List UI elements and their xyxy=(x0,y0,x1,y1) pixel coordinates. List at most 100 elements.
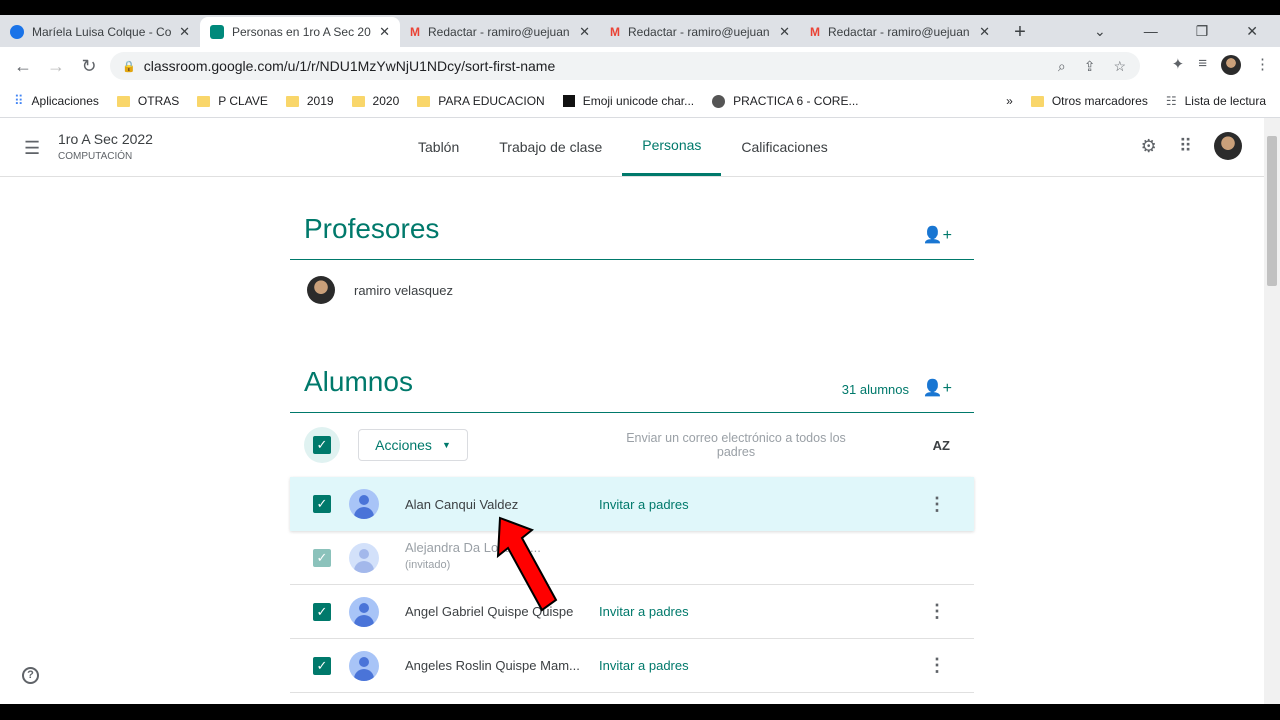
teachers-section: Profesores 👤+ ramiro velasquez xyxy=(290,213,974,320)
folder-icon xyxy=(116,95,130,107)
tab-strip: Maríela Luisa Colque - Co ✕ Personas en 1… xyxy=(0,17,1280,47)
folder-icon xyxy=(197,95,211,107)
other-bookmarks[interactable]: Otros marcadores xyxy=(1030,94,1148,108)
forward-icon[interactable]: → xyxy=(46,56,66,77)
minimize-icon[interactable]: — xyxy=(1144,17,1158,47)
student-avatar-icon xyxy=(349,650,379,681)
tab-favicon-icon xyxy=(10,25,24,39)
close-tab-icon[interactable]: ✕ xyxy=(379,24,390,40)
student-avatar-icon xyxy=(349,489,379,519)
student-row[interactable]: ✓ Angel Gabriel Quispe Quispe Invitar a … xyxy=(290,585,974,639)
hamburger-menu-icon[interactable]: ☰ xyxy=(24,138,40,159)
apps-grid-icon: ⠿ xyxy=(14,93,24,108)
tab-search-icon[interactable]: ⌄ xyxy=(1094,17,1106,47)
browser-tab-active[interactable]: Personas en 1ro A Sec 20 ✕ xyxy=(200,17,400,47)
browser-tab[interactable]: Maríela Luisa Colque - Co ✕ xyxy=(0,17,200,47)
select-all-checkbox[interactable]: ✓ xyxy=(313,436,331,454)
more-bookmarks-icon[interactable]: » xyxy=(1006,94,1013,108)
student-row[interactable]: ✓ Alejandra Da Lozano ... (invitado) xyxy=(290,531,974,585)
student-avatar-icon xyxy=(349,596,379,627)
page-scrollbar[interactable] xyxy=(1264,118,1280,704)
browser-tab[interactable]: M Redactar - ramiro@uejuan ✕ xyxy=(600,17,800,47)
annotation-arrow-icon xyxy=(496,516,558,612)
bookmark-folder[interactable]: OTRAS xyxy=(116,94,179,108)
tab-classwork[interactable]: Trabajo de clase xyxy=(479,118,622,176)
reading-list[interactable]: ☷ Lista de lectura xyxy=(1166,94,1266,108)
close-tab-icon[interactable]: ✕ xyxy=(179,24,190,40)
window-controls: ⌄ — ❐ ✕ xyxy=(1094,17,1280,47)
class-subject: COMPUTACIÓN xyxy=(58,151,133,162)
settings-gear-icon[interactable]: ⚙ xyxy=(1141,136,1157,157)
star-icon[interactable]: ☆ xyxy=(1113,58,1126,75)
class-title[interactable]: 1ro A Sec 2022 xyxy=(58,131,153,147)
student-checkbox[interactable]: ✓ xyxy=(313,656,331,675)
teacher-row: ramiro velasquez xyxy=(290,260,974,320)
extensions-icon[interactable]: ✦ xyxy=(1172,55,1185,75)
bookmark-apps[interactable]: ⠿ Aplicaciones xyxy=(14,93,99,109)
teachers-heading: Profesores xyxy=(304,213,440,244)
bookmark-folder[interactable]: PARA EDUCACION xyxy=(417,94,545,108)
student-checkbox[interactable]: ✓ xyxy=(313,495,331,513)
account-avatar[interactable] xyxy=(1214,132,1242,160)
student-count: 31 alumnos xyxy=(841,382,909,397)
zoom-icon[interactable]: ⌕ xyxy=(1058,58,1066,75)
add-teacher-icon[interactable]: 👤+ xyxy=(923,225,952,245)
student-checkbox[interactable]: ✓ xyxy=(313,602,331,621)
gmail-icon: M xyxy=(410,25,420,39)
students-toolbar: ✓ Acciones ▼ Enviar un correo electrónico… xyxy=(290,413,974,477)
bookmark-folder[interactable]: 2019 xyxy=(285,94,334,108)
reading-list-icon: ☷ xyxy=(1165,94,1177,108)
browser-tab[interactable]: M Redactar - ramiro@uejuan ✕ xyxy=(400,17,600,47)
actions-dropdown[interactable]: Acciones ▼ xyxy=(358,429,468,461)
email-all-parents-link[interactable]: Enviar un correo electrónico a todos los… xyxy=(610,431,862,459)
profile-avatar[interactable] xyxy=(1221,55,1241,75)
bookmark-link[interactable]: Emoji unicode char... xyxy=(562,94,694,108)
folder-icon xyxy=(285,95,299,107)
invite-parents-link[interactable]: Invitar a padres xyxy=(599,604,689,619)
folder-icon xyxy=(351,95,365,107)
share-icon[interactable]: ⇪ xyxy=(1084,58,1096,75)
close-tab-icon[interactable]: ✕ xyxy=(979,24,990,40)
more-options-icon[interactable]: ⋮ xyxy=(928,601,946,622)
tab-people[interactable]: Personas xyxy=(622,118,722,176)
address-bar[interactable]: 🔒 classroom.google.com/u/1/r/NDU1MzYwNjU… xyxy=(110,52,1140,80)
page-icon xyxy=(562,95,575,107)
teacher-avatar xyxy=(307,276,335,304)
student-row[interactable]: ✓ Angeles Roslin Quispe Mam... Invitar a… xyxy=(290,639,974,693)
media-icon[interactable]: ≡ xyxy=(1198,55,1207,75)
classroom-page: ☰ 1ro A Sec 2022 COMPUTACIÓN Tablón Trab… xyxy=(0,118,1264,704)
bookmarks-bar: ⠿ Aplicaciones OTRAS P CLAVE 2019 2020 PA… xyxy=(0,85,1280,118)
back-icon[interactable]: ← xyxy=(13,56,33,77)
student-avatar-icon xyxy=(349,542,379,573)
bookmark-link[interactable]: PRACTICA 6 - CORE... xyxy=(712,94,858,108)
teacher-name: ramiro velasquez xyxy=(354,282,453,298)
reload-icon[interactable]: ↻ xyxy=(79,56,99,77)
restore-icon[interactable]: ❐ xyxy=(1196,17,1209,47)
browser-tab[interactable]: M Redactar - ramiro@uejuan ✕ xyxy=(800,17,1000,47)
bookmark-folder[interactable]: P CLAVE xyxy=(197,94,268,108)
close-window-icon[interactable]: ✕ xyxy=(1246,17,1258,47)
tab-grades[interactable]: Calificaciones xyxy=(721,118,847,176)
new-tab-icon[interactable]: + xyxy=(1000,17,1040,47)
student-row[interactable]: ✓ Alan Canqui Valdez Invitar a padres ⋮ xyxy=(290,477,974,531)
lock-icon: 🔒 xyxy=(122,60,136,73)
scrollbar-thumb[interactable] xyxy=(1267,136,1277,286)
browser-menu-icon[interactable]: ⋮ xyxy=(1255,55,1270,75)
invite-student-icon[interactable]: 👤+ xyxy=(923,378,952,398)
sort-az-icon[interactable]: AZ xyxy=(933,438,950,453)
more-options-icon[interactable]: ⋮ xyxy=(928,494,946,515)
close-tab-icon[interactable]: ✕ xyxy=(579,24,590,40)
invite-parents-link[interactable]: Invitar a padres xyxy=(599,497,689,512)
students-section: Alumnos 31 alumnos 👤+ ✓ Acciones ▼ Enviar… xyxy=(290,366,974,693)
apps-grid-icon[interactable]: ⠿ xyxy=(1179,136,1192,157)
bookmark-folder[interactable]: 2020 xyxy=(351,94,399,108)
student-name: Angeles Roslin Quispe Mam... xyxy=(405,658,580,673)
close-tab-icon[interactable]: ✕ xyxy=(779,24,790,40)
help-icon[interactable]: ? xyxy=(22,667,39,684)
tab-stream[interactable]: Tablón xyxy=(398,118,479,176)
invite-parents-link[interactable]: Invitar a padres xyxy=(599,658,689,673)
more-options-icon[interactable]: ⋮ xyxy=(928,655,946,676)
student-checkbox[interactable]: ✓ xyxy=(313,548,331,567)
dropdown-arrow-icon: ▼ xyxy=(441,440,451,450)
class-nav: Tablón Trabajo de clase Personas Calific… xyxy=(398,118,848,176)
